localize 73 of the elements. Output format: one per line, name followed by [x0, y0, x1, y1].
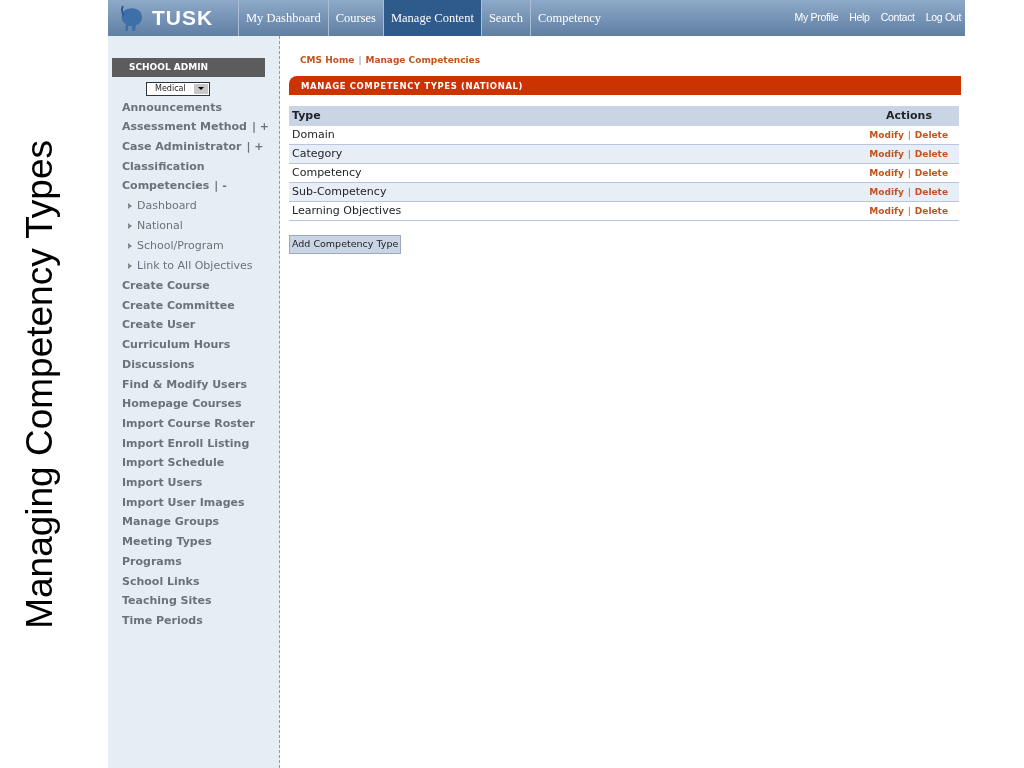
add-competency-type-button[interactable]: Add Competency Type: [289, 235, 402, 254]
sidebar-link[interactable]: Curriculum Hours: [108, 335, 231, 355]
sidebar-link[interactable]: Teaching Sites: [108, 591, 212, 611]
action-link[interactable]: Delete: [914, 147, 948, 161]
sidebar-link[interactable]: Import Enroll Listing: [108, 433, 250, 454]
table-cell-text: Domain: [292, 127, 335, 143]
slide-title: Managing Competency Types: [20, 139, 58, 629]
sidebar-heading: SCHOOL ADMIN: [112, 58, 265, 77]
action-link[interactable]: Modify: [869, 185, 904, 199]
sidebar-link[interactable]: Programs: [108, 551, 182, 572]
sidebar-link[interactable]: Import Users: [108, 473, 203, 493]
sidebar-sublink[interactable]: Dashboard: [108, 196, 279, 216]
bullet-icon: [128, 263, 132, 269]
sidebar-link[interactable]: Create Committee: [108, 295, 235, 316]
sidebar-link[interactable]: Classification: [108, 156, 205, 177]
sidebar-link[interactable]: Homepage Courses: [108, 394, 242, 414]
header-link[interactable]: My Profile: [794, 10, 839, 26]
sidebar-sublink[interactable]: National: [108, 216, 279, 236]
sidebar-link[interactable]: School Links: [108, 571, 200, 592]
sidebar-link[interactable]: Assessment Method: [108, 117, 247, 137]
expand-toggle[interactable]: | +: [251, 118, 269, 136]
column-header: Type: [292, 108, 321, 124]
action-link[interactable]: Delete: [914, 204, 948, 218]
bullet-icon: [128, 223, 132, 229]
nav-tab[interactable]: Courses: [327, 0, 383, 36]
action-link[interactable]: Delete: [914, 185, 948, 199]
table-cell-text: Category: [292, 146, 343, 162]
sidebar-link[interactable]: Create User: [108, 315, 196, 336]
table-cell-text: Competency: [292, 165, 362, 181]
action-separator: |: [907, 185, 911, 199]
sidebar-link[interactable]: Import User Images: [108, 492, 245, 513]
action-separator: |: [907, 128, 911, 142]
table-cell-text: Sub-Competency: [292, 184, 387, 200]
column-header: Actions: [886, 108, 933, 124]
action-separator: |: [907, 204, 911, 218]
sidebar-link[interactable]: Meeting Types: [108, 532, 212, 552]
action-link[interactable]: Modify: [869, 166, 904, 180]
sidebar-link[interactable]: Manage Groups: [108, 512, 220, 533]
breadcrumb-separator: |: [358, 54, 362, 67]
section-header: MANAGE COMPETENCY TYPES (NATIONAL): [289, 75, 961, 96]
action-link[interactable]: Modify: [869, 204, 904, 218]
sidebar-link[interactable]: Find & Modify Users: [108, 374, 248, 395]
nav-tab[interactable]: Search: [480, 0, 530, 36]
sidebar-link[interactable]: Create Course: [108, 276, 210, 296]
sidebar-link[interactable]: Announcements: [108, 97, 222, 118]
nav-tab[interactable]: Manage Content: [382, 0, 481, 36]
school-select[interactable]: Medical: [146, 81, 210, 96]
action-separator: |: [907, 166, 911, 180]
sidebar-link[interactable]: Import Course Roster: [108, 413, 255, 434]
sidebar-sublink[interactable]: Link to All Objectives: [108, 256, 279, 276]
expand-toggle[interactable]: | -: [214, 177, 227, 195]
bullet-icon: [128, 243, 132, 249]
action-link[interactable]: Modify: [869, 128, 904, 142]
nav-tab[interactable]: Competency: [529, 0, 609, 36]
action-link[interactable]: Delete: [914, 128, 948, 142]
sidebar-link[interactable]: Competencies: [108, 176, 210, 196]
table-cell-text: Learning Objectives: [292, 203, 402, 219]
bullet-icon: [128, 203, 132, 209]
sidebar-link[interactable]: Time Periods: [108, 610, 203, 631]
sidebar-link[interactable]: Import Schedule: [108, 453, 225, 474]
breadcrumb-link[interactable]: CMS Home: [300, 54, 355, 68]
header-link[interactable]: Help: [849, 10, 870, 26]
action-link[interactable]: Delete: [914, 166, 948, 180]
breadcrumb-link[interactable]: Manage Competencies: [365, 54, 481, 68]
logo-text[interactable]: TUSK: [152, 2, 214, 34]
sidebar-sublink[interactable]: School/Program: [108, 236, 279, 256]
header-link[interactable]: Log Out: [925, 10, 961, 26]
sidebar-link[interactable]: Discussions: [108, 354, 195, 375]
action-link[interactable]: Modify: [869, 147, 904, 161]
action-separator: |: [907, 147, 911, 161]
expand-toggle[interactable]: | +: [246, 138, 264, 155]
header-link[interactable]: Contact: [880, 10, 915, 26]
sidebar-link[interactable]: Case Administrator: [108, 136, 242, 157]
